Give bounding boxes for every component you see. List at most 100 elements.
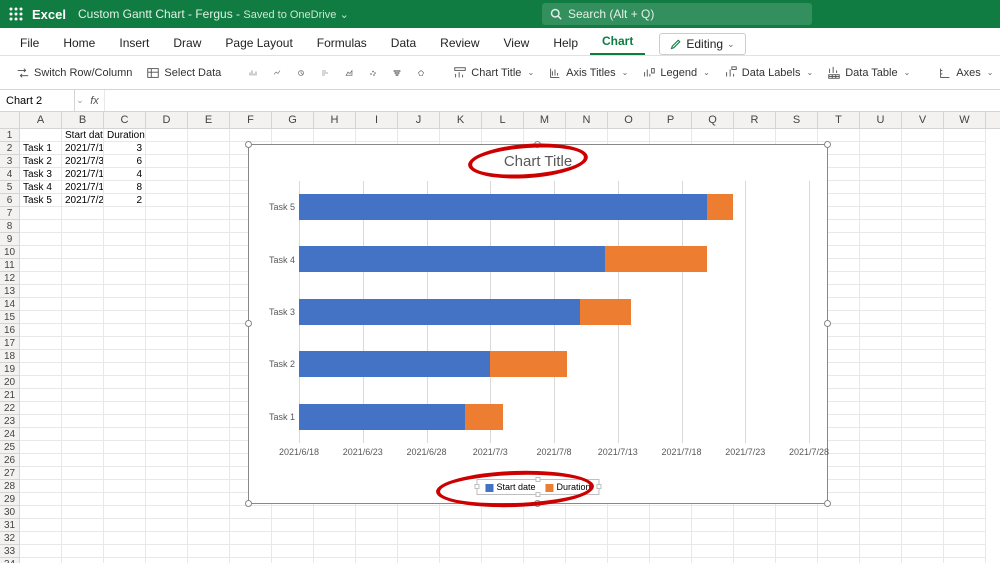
cell[interactable] [650, 519, 692, 532]
cell[interactable] [398, 129, 440, 142]
cell[interactable] [398, 532, 440, 545]
cell[interactable] [944, 155, 986, 168]
cell[interactable] [692, 519, 734, 532]
cell[interactable] [944, 259, 986, 272]
resize-handle[interactable] [824, 500, 831, 507]
cell[interactable] [440, 532, 482, 545]
cell[interactable] [146, 142, 188, 155]
cell[interactable] [62, 233, 104, 246]
cell[interactable] [62, 285, 104, 298]
cell[interactable] [860, 415, 902, 428]
cell[interactable] [944, 337, 986, 350]
cell[interactable] [860, 285, 902, 298]
cell[interactable] [314, 532, 356, 545]
cell[interactable] [188, 207, 230, 220]
cell[interactable] [902, 454, 944, 467]
cell[interactable] [146, 441, 188, 454]
cell[interactable] [188, 194, 230, 207]
cell[interactable] [146, 454, 188, 467]
row-header[interactable]: 24 [0, 428, 20, 441]
cell[interactable] [734, 519, 776, 532]
cell[interactable] [944, 142, 986, 155]
cell[interactable] [146, 558, 188, 563]
cell[interactable] [104, 272, 146, 285]
resize-handle[interactable] [245, 141, 252, 148]
cell[interactable] [146, 324, 188, 337]
cell[interactable] [20, 428, 62, 441]
resize-handle[interactable] [534, 500, 541, 507]
cell[interactable] [230, 545, 272, 558]
resize-handle[interactable] [245, 320, 252, 327]
cell[interactable] [944, 324, 986, 337]
cell[interactable] [188, 324, 230, 337]
row-header[interactable]: 1 [0, 129, 20, 142]
column-header[interactable]: B [62, 112, 104, 128]
cell[interactable] [146, 402, 188, 415]
bar-segment-startdate[interactable] [299, 299, 580, 325]
row-header[interactable]: 25 [0, 441, 20, 454]
cell[interactable] [104, 246, 146, 259]
column-header[interactable]: O [608, 112, 650, 128]
column-header[interactable]: G [272, 112, 314, 128]
cell[interactable] [146, 363, 188, 376]
cell[interactable] [944, 246, 986, 259]
row-header[interactable]: 19 [0, 363, 20, 376]
cell[interactable] [230, 532, 272, 545]
cell[interactable] [20, 272, 62, 285]
cell[interactable] [902, 519, 944, 532]
cell[interactable] [62, 220, 104, 233]
column-header[interactable]: V [902, 112, 944, 128]
column-header[interactable]: K [440, 112, 482, 128]
cell[interactable] [20, 285, 62, 298]
column-header[interactable]: C [104, 112, 146, 128]
cell[interactable] [566, 519, 608, 532]
cell[interactable] [146, 506, 188, 519]
cell[interactable] [860, 142, 902, 155]
select-data-button[interactable]: Select Data [140, 63, 227, 83]
cell[interactable] [62, 532, 104, 545]
cell[interactable] [20, 259, 62, 272]
cell[interactable]: 2021/7/20 [62, 194, 104, 207]
cell[interactable] [818, 519, 860, 532]
cell[interactable] [104, 480, 146, 493]
bar-segment-startdate[interactable] [299, 246, 605, 272]
cell[interactable] [146, 493, 188, 506]
cell[interactable] [104, 506, 146, 519]
cell[interactable] [188, 311, 230, 324]
cell[interactable] [188, 441, 230, 454]
row-header[interactable]: 5 [0, 181, 20, 194]
row-header[interactable]: 8 [0, 220, 20, 233]
cell[interactable]: Task 4 [20, 181, 62, 194]
cell[interactable] [944, 441, 986, 454]
cell[interactable] [944, 207, 986, 220]
resize-handle[interactable] [535, 477, 540, 482]
radar-chart-icon[interactable] [411, 64, 431, 82]
chart-legend[interactable]: Start date Duration [476, 479, 599, 495]
row-header[interactable]: 33 [0, 545, 20, 558]
cell[interactable] [860, 181, 902, 194]
column-header[interactable]: P [650, 112, 692, 128]
cell[interactable] [104, 233, 146, 246]
tab-home[interactable]: Home [51, 31, 107, 55]
cell[interactable] [650, 129, 692, 142]
legend-button[interactable]: Legend⌄ [636, 63, 715, 83]
row-header[interactable]: 13 [0, 285, 20, 298]
cell[interactable] [188, 519, 230, 532]
row-header[interactable]: 29 [0, 493, 20, 506]
cell[interactable] [944, 285, 986, 298]
cell[interactable]: 8 [104, 181, 146, 194]
cell[interactable] [608, 532, 650, 545]
cell[interactable] [650, 545, 692, 558]
cell[interactable] [146, 389, 188, 402]
cell[interactable] [482, 129, 524, 142]
cell[interactable] [944, 402, 986, 415]
cell[interactable] [860, 324, 902, 337]
cell[interactable] [272, 506, 314, 519]
row-header[interactable]: 26 [0, 454, 20, 467]
cell[interactable] [188, 285, 230, 298]
app-launcher-icon[interactable] [8, 6, 24, 22]
cell[interactable] [146, 272, 188, 285]
cell[interactable] [146, 259, 188, 272]
cell[interactable] [104, 519, 146, 532]
bar-segment-startdate[interactable] [299, 351, 490, 377]
